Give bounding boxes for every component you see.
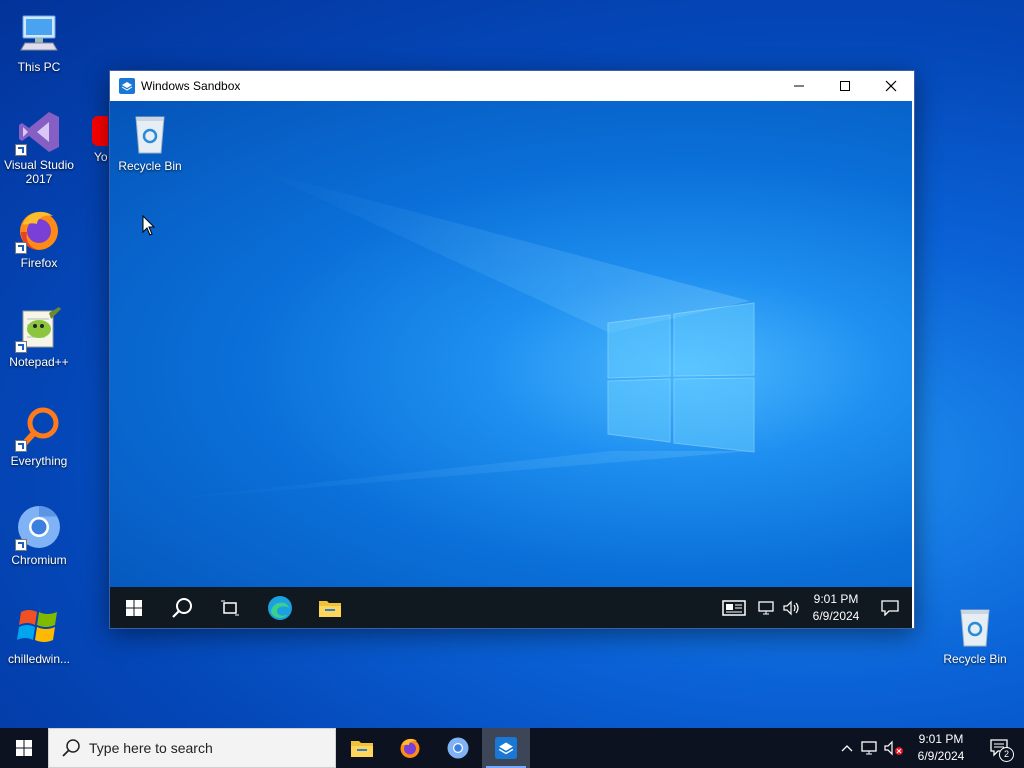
visual-studio-icon xyxy=(15,108,63,156)
chromium-icon xyxy=(447,737,469,759)
desktop-icon-youtube-partial[interactable]: You xyxy=(78,108,108,164)
desktop-icon-label: Firefox xyxy=(20,256,58,270)
firefox-icon xyxy=(400,738,420,758)
shortcut-arrow-icon xyxy=(15,440,27,452)
shortcut-arrow-icon xyxy=(15,341,27,353)
search-input[interactable]: Type here to search xyxy=(48,728,336,768)
sandbox-app-icon xyxy=(119,78,135,94)
clock-date: 6/9/2024 xyxy=(917,749,965,763)
firefox-icon xyxy=(15,206,63,254)
windows-start-icon xyxy=(126,599,142,616)
clock-time: 9:01 PM xyxy=(918,732,964,746)
sandbox-window[interactable]: Windows Sandbox Recycle Bin 9:01 PM 6/9/… xyxy=(109,70,915,629)
volume-muted-icon xyxy=(884,740,903,756)
desktop-icon-notepad-plus-plus[interactable]: Notepad++ xyxy=(0,305,78,369)
minimize-button[interactable] xyxy=(776,71,822,101)
desktop-icon-chromium[interactable]: Chromium xyxy=(0,503,78,567)
desktop-icon-chilledwindows[interactable]: chilledwin... xyxy=(0,602,78,666)
desktop-icon-label: Everything xyxy=(10,454,68,468)
desktop-icon-label: Recycle Bin xyxy=(943,652,1007,666)
sandbox-action-center-button[interactable] xyxy=(868,587,912,628)
maximize-icon xyxy=(840,81,850,91)
taskbar: Type here to search 9:01 PM 6/9/2024 2 xyxy=(0,728,1024,768)
sandbox-network-button[interactable] xyxy=(754,587,780,628)
shortcut-arrow-icon xyxy=(15,539,27,551)
sandbox-desktop[interactable]: Recycle Bin xyxy=(110,101,912,587)
clock[interactable]: 9:01 PM 6/9/2024 xyxy=(906,731,976,765)
desktop-icon-label: Visual Studio 2017 xyxy=(4,158,74,186)
show-hidden-icons-button[interactable] xyxy=(836,728,858,768)
youtube-icon xyxy=(92,114,108,148)
close-button[interactable] xyxy=(868,71,914,101)
sandbox-clock-date: 6/9/2024 xyxy=(812,608,860,623)
desktop-icon-everything[interactable]: Everything xyxy=(0,404,78,468)
desktop-icon-this-pc[interactable]: This PC xyxy=(0,10,78,74)
shortcut-arrow-icon xyxy=(15,242,27,254)
start-button[interactable] xyxy=(0,728,48,768)
volume-tray-button[interactable] xyxy=(882,728,906,768)
sandbox-app-icon xyxy=(495,737,517,759)
network-tray-button[interactable] xyxy=(858,728,882,768)
desktop-icon-firefox[interactable]: Firefox xyxy=(0,206,78,270)
network-icon xyxy=(758,600,774,614)
minimize-icon xyxy=(794,85,804,87)
file-explorer-icon xyxy=(319,600,341,617)
chromium-icon xyxy=(15,503,63,551)
desktop-icon-label: Chromium xyxy=(11,553,67,567)
search-placeholder: Type here to search xyxy=(89,740,213,756)
chevron-up-icon xyxy=(841,745,853,752)
title-bar[interactable]: Windows Sandbox xyxy=(110,71,914,101)
sandbox-clock-time: 9:01 PM xyxy=(813,591,859,606)
sandbox-news-button[interactable] xyxy=(714,587,754,628)
firefox-taskbar-button[interactable] xyxy=(386,728,434,768)
maximize-button[interactable] xyxy=(822,71,868,101)
this-pc-icon xyxy=(15,10,63,58)
sandbox-search-button[interactable] xyxy=(158,587,206,628)
desktop-icon-label: Recycle Bin xyxy=(118,159,182,173)
file-explorer-icon xyxy=(351,741,373,757)
desktop-icon-label: Notepad++ xyxy=(9,355,69,369)
network-icon xyxy=(861,741,877,755)
search-icon xyxy=(62,739,80,757)
sandbox-edge-button[interactable] xyxy=(254,587,306,628)
task-view-icon xyxy=(221,600,239,615)
chromium-taskbar-button[interactable] xyxy=(434,728,482,768)
shortcut-arrow-icon xyxy=(15,144,27,156)
notification-icon xyxy=(881,599,899,616)
volume-icon xyxy=(783,600,799,615)
desktop-icon-visual-studio[interactable]: Visual Studio 2017 xyxy=(0,108,78,186)
mouse-cursor xyxy=(142,215,156,236)
everything-search-icon xyxy=(15,404,63,452)
sandbox-file-explorer-button[interactable] xyxy=(306,587,354,628)
desktop-icon-label: This PC xyxy=(17,60,61,74)
news-icon xyxy=(722,599,746,616)
sandbox-icon-recycle-bin[interactable]: Recycle Bin xyxy=(111,109,189,173)
action-center-button[interactable]: 2 xyxy=(976,728,1024,768)
desktop-icon-label: chilledwin... xyxy=(7,652,71,666)
desktop-icon-recycle-bin[interactable]: Recycle Bin xyxy=(936,602,1014,666)
notification-count-badge: 2 xyxy=(999,747,1014,762)
sandbox-taskbar: 9:01 PM 6/9/2024 xyxy=(110,587,912,628)
windows-sandbox-taskbar-button[interactable] xyxy=(482,728,530,768)
edge-icon xyxy=(268,595,292,620)
sandbox-clock[interactable]: 9:01 PM 6/9/2024 xyxy=(804,591,868,625)
sandbox-start-button[interactable] xyxy=(110,587,158,628)
windows-logo-icon xyxy=(15,602,63,650)
close-icon xyxy=(885,80,897,92)
recycle-bin-icon xyxy=(126,109,174,157)
recycle-bin-icon xyxy=(951,602,999,650)
notepad-plus-plus-icon xyxy=(15,305,63,353)
sandbox-task-view-button[interactable] xyxy=(206,587,254,628)
desktop-icon-label: You xyxy=(94,150,108,164)
windows-start-icon xyxy=(16,740,32,756)
file-explorer-taskbar-button[interactable] xyxy=(338,728,386,768)
windows-hero-wallpaper xyxy=(150,171,755,501)
sandbox-volume-button[interactable] xyxy=(780,587,804,628)
window-title: Windows Sandbox xyxy=(141,79,241,93)
search-icon xyxy=(172,597,192,618)
